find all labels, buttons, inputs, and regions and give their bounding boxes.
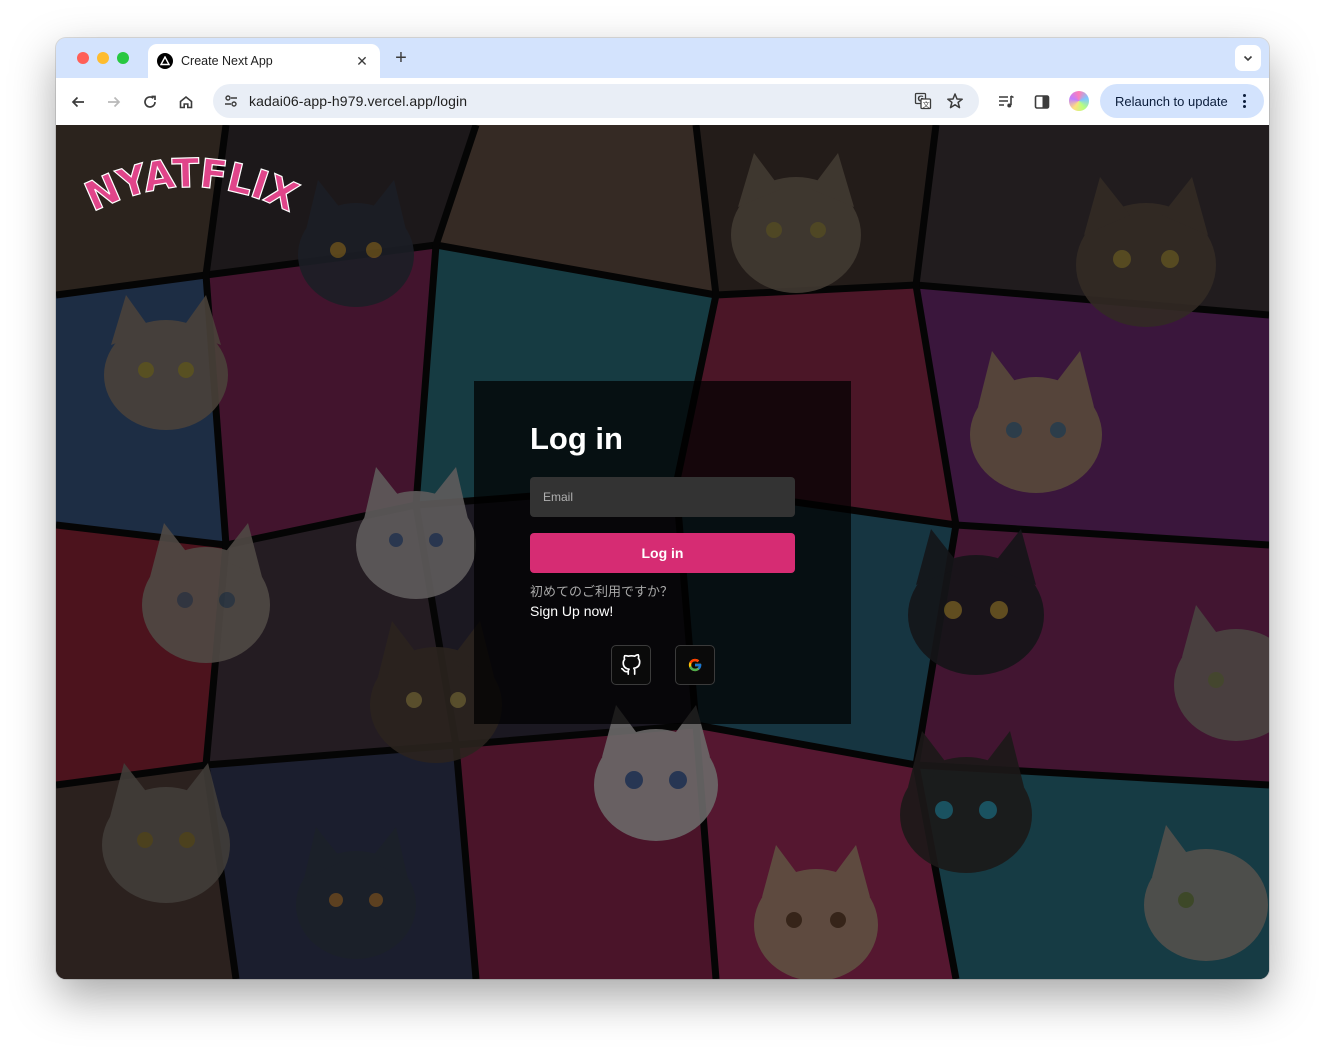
profile-avatar-icon[interactable] [1069, 91, 1089, 111]
browser-window: Create Next App ✕ + kadai06-app-h979.ver… [56, 38, 1269, 979]
back-arrow-icon[interactable] [66, 90, 90, 114]
tab-title: Create Next App [181, 54, 273, 68]
browser-toolbar: kadai06-app-h979.vercel.app/login G文 Rel… [56, 78, 1269, 125]
reload-icon[interactable] [138, 90, 162, 114]
email-input[interactable] [530, 477, 795, 517]
google-icon [688, 658, 702, 672]
first-time-prompt: 初めてのご利用ですか？ [530, 585, 674, 600]
nextjs-favicon-icon [157, 53, 173, 69]
github-icon [621, 654, 641, 675]
media-queue-icon[interactable] [994, 90, 1018, 114]
nyatflix-logo[interactable]: NYATFLIX [76, 155, 306, 225]
login-title: Log in [530, 421, 623, 456]
zoom-window-button[interactable] [117, 52, 129, 64]
close-window-button[interactable] [77, 52, 89, 64]
home-icon[interactable] [174, 90, 198, 114]
forward-arrow-icon[interactable] [102, 90, 126, 114]
tab-search-chevron-icon[interactable] [1235, 45, 1261, 71]
github-login-button[interactable] [611, 645, 651, 685]
tab-strip: Create Next App ✕ + [56, 38, 1269, 78]
login-card: Log in Log in 初めてのご利用ですか？ Sign Up now! [474, 381, 851, 724]
logo-text: NYATFLIX [78, 155, 306, 222]
minimize-window-button[interactable] [97, 52, 109, 64]
svg-text:NYATFLIX: NYATFLIX [78, 155, 304, 221]
side-panel-icon[interactable] [1030, 90, 1054, 114]
svg-text:文: 文 [923, 100, 930, 109]
relaunch-to-update-button[interactable]: Relaunch to update [1100, 84, 1264, 118]
login-submit-button[interactable]: Log in [530, 533, 795, 573]
translate-icon[interactable]: G文 [913, 91, 933, 111]
google-login-button[interactable] [675, 645, 715, 685]
bookmark-star-icon[interactable] [945, 91, 965, 111]
url-text[interactable]: kadai06-app-h979.vercel.app/login [249, 93, 467, 109]
site-settings-icon[interactable] [221, 91, 241, 111]
signup-link[interactable]: Sign Up now! [530, 603, 613, 619]
new-tab-button[interactable]: + [390, 47, 412, 69]
tab-create-next-app[interactable]: Create Next App ✕ [148, 44, 380, 78]
relaunch-label: Relaunch to update [1115, 93, 1228, 109]
tab-close-icon[interactable]: ✕ [353, 52, 371, 70]
address-bar[interactable]: kadai06-app-h979.vercel.app/login G文 [213, 84, 979, 118]
more-vert-icon[interactable] [1236, 93, 1252, 109]
page-viewport: NYATFLIX Log in Log in 初めてのご利用ですか？ Sign … [56, 125, 1269, 979]
